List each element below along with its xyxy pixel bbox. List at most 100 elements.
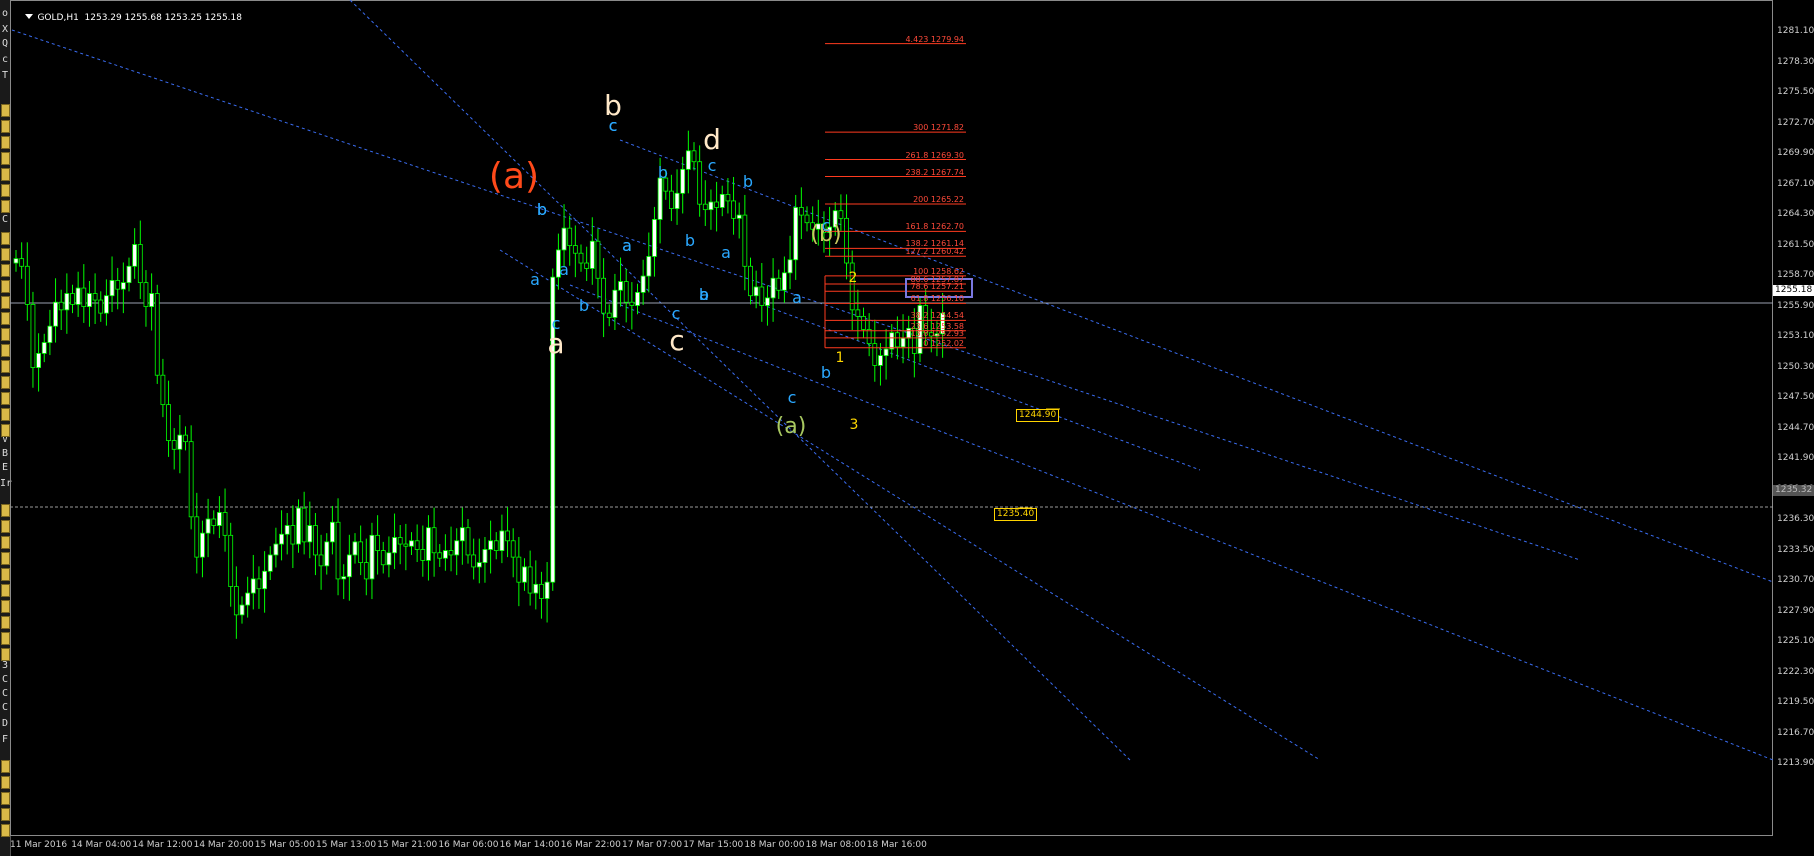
candle-body	[895, 332, 900, 348]
time-tick: 16 Mar 14:00	[499, 840, 560, 850]
wave-label: c	[707, 156, 717, 175]
candle-body	[640, 275, 646, 293]
candle-body	[92, 293, 98, 301]
candle-body	[183, 434, 188, 443]
price-tick: 1225.10	[1777, 636, 1814, 646]
candle-body	[770, 277, 776, 299]
candle-body	[279, 533, 284, 545]
candle-body	[313, 525, 318, 556]
candle-body	[403, 543, 409, 547]
candle-body	[685, 150, 691, 170]
candle-body	[58, 301, 64, 311]
candle-body	[606, 312, 612, 318]
time-tick: 16 Mar 22:00	[560, 840, 621, 850]
wave-label: a	[622, 236, 632, 255]
wave-label: b	[742, 172, 754, 191]
candle-body	[104, 295, 109, 314]
candle-body	[878, 355, 883, 366]
fib-price: 1269.30	[928, 150, 964, 160]
candle-body	[239, 604, 245, 616]
candle-body	[623, 281, 629, 303]
price-tick: 1272.70	[1777, 117, 1814, 128]
target-price-tag-2[interactable]: 1235.40	[994, 508, 1038, 521]
candle-body	[437, 552, 443, 559]
candle-body	[702, 203, 708, 211]
fib-level-label: 4.423 1279.94	[905, 35, 964, 44]
price-tick: 1247.50	[1777, 392, 1814, 402]
wave-label: (a)	[488, 156, 540, 197]
candle-body	[87, 293, 92, 307]
time-tick: 14 Mar 12:00	[132, 840, 193, 850]
fib-level-label: 61.8 1256.10	[911, 294, 964, 303]
candle-body	[369, 534, 375, 580]
candle-body	[346, 554, 352, 578]
price-tick: 1236.30	[1777, 514, 1814, 524]
price-tick: 1213.90	[1777, 758, 1814, 768]
candle-body	[216, 512, 222, 526]
wave-label: b	[536, 200, 548, 219]
candle-body	[70, 293, 75, 305]
time-tick: 18 Mar 16:00	[866, 840, 927, 850]
wave-label: b	[698, 285, 710, 304]
candle-body	[30, 304, 36, 368]
candle-body	[476, 562, 482, 568]
fib-level-label: 127.2 1260.42	[905, 247, 964, 256]
fib-ratio: 238.2	[905, 167, 929, 177]
fib-ratio: 200	[913, 194, 929, 204]
candle-body	[205, 518, 211, 534]
wave-label: c	[671, 304, 681, 323]
candle-body	[81, 287, 87, 307]
candle-body	[64, 293, 70, 311]
candle-body	[533, 583, 539, 594]
candle-body	[341, 576, 347, 580]
price-tick: 1275.50	[1777, 87, 1814, 97]
ohlc-label: 1253.29 1255.68 1253.25 1255.18	[84, 13, 242, 23]
time-tick: 15 Mar 05:00	[254, 840, 315, 850]
candle-body	[584, 262, 590, 269]
candle-body	[544, 581, 550, 599]
candle-body	[188, 441, 194, 518]
target-price-tag-1[interactable]: 1244.90	[1016, 409, 1060, 422]
price-tick: 1230.70	[1777, 575, 1814, 585]
candle-body	[109, 280, 115, 297]
candle-body	[736, 214, 742, 219]
candle-body	[782, 272, 787, 291]
wave-label: a	[547, 327, 565, 360]
candle-body	[567, 227, 573, 246]
candle-body	[657, 177, 663, 220]
candle-body	[132, 244, 138, 267]
fib-level-label: 238.2 1267.74	[905, 168, 964, 177]
candle-body	[358, 541, 364, 563]
candle-body	[409, 540, 414, 547]
candle-body	[386, 552, 392, 566]
candle-body	[798, 207, 804, 216]
price-tick: 1227.90	[1777, 605, 1814, 616]
price-tick: 1241.90	[1777, 453, 1814, 463]
candle-body	[171, 440, 177, 450]
candle-body	[363, 562, 369, 580]
candle-body	[488, 540, 494, 550]
candle-body	[714, 201, 719, 208]
candle-body	[787, 259, 793, 274]
candle-body	[697, 161, 703, 205]
chart-menu-icon[interactable]	[25, 14, 34, 19]
price-tick: 1233.50	[1777, 544, 1814, 555]
candle-body	[527, 566, 533, 594]
candle-body	[222, 512, 228, 536]
candle-body	[448, 550, 454, 556]
candle-body	[380, 550, 386, 566]
candle-body	[872, 343, 878, 366]
candle-body	[753, 286, 759, 297]
trendline	[749, 299, 1201, 471]
candle-body	[397, 537, 403, 545]
fib-price: 1279.94	[928, 34, 964, 44]
candle-body	[177, 434, 183, 450]
candle-body	[137, 244, 143, 284]
wave-label: c	[551, 314, 561, 333]
wave-label: a	[530, 270, 540, 289]
wave-label: a	[559, 260, 569, 279]
candle-body	[561, 227, 567, 251]
candle-body	[262, 570, 268, 590]
fib-ratio: 61.8	[910, 294, 929, 304]
candle-body	[414, 540, 420, 550]
